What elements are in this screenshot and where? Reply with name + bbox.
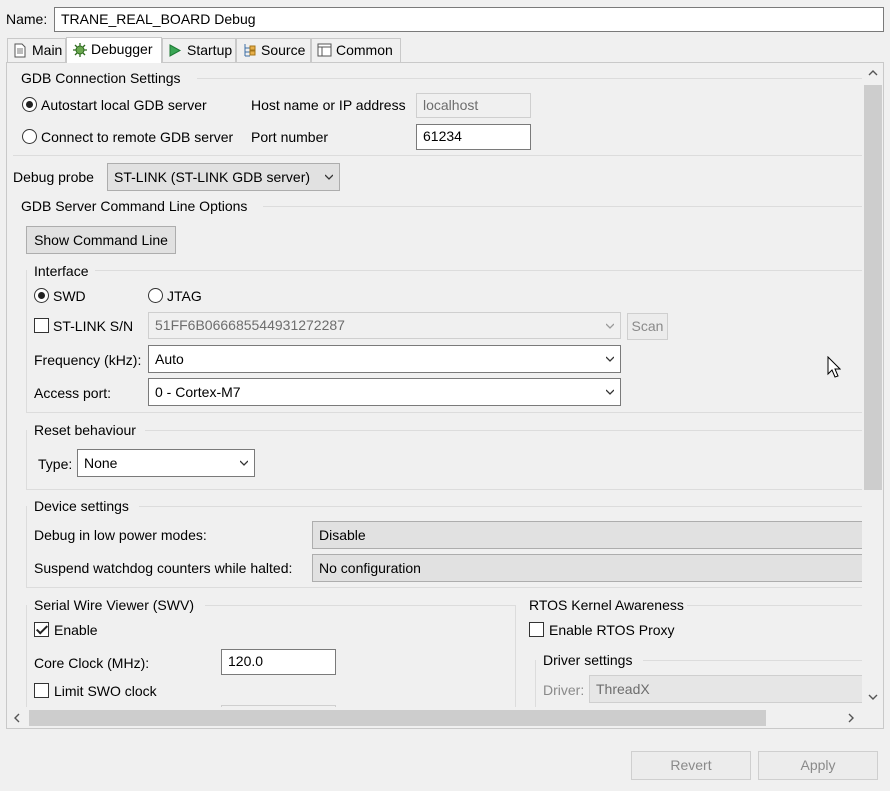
gdb-server-options-title: GDB Server Command Line Options	[21, 198, 248, 214]
watchdog-select[interactable]: No configuration	[312, 554, 872, 582]
source-tree-icon	[244, 44, 256, 57]
tab-common-label: Common	[336, 42, 393, 58]
host-label: Host name or IP address	[251, 97, 406, 113]
tab-debugger[interactable]: Debugger	[66, 37, 162, 63]
tab-debugger-label: Debugger	[91, 41, 153, 57]
name-label: Name:	[6, 11, 48, 27]
revert-button[interactable]: Revert	[631, 751, 751, 780]
chevron-left-icon	[14, 713, 20, 723]
tab-common[interactable]: Common	[311, 38, 401, 62]
interface-title: Interface	[34, 263, 89, 279]
frequency-label: Frequency (kHz):	[34, 352, 142, 368]
debug-probe-label: Debug probe	[13, 169, 94, 185]
chevron-down-icon	[325, 174, 333, 180]
document-icon	[14, 43, 26, 58]
chevron-down-icon	[606, 389, 614, 395]
vertical-scroll-thumb[interactable]	[864, 85, 882, 490]
reset-title: Reset behaviour	[34, 422, 136, 438]
jtag-label: JTAG	[167, 288, 202, 304]
mouse-cursor-icon	[827, 356, 841, 378]
port-field[interactable]: 61234	[416, 124, 531, 150]
swv-enable-label: Enable	[54, 622, 98, 638]
tab-content-panel: GDB Connection Settings Autostart local …	[6, 62, 884, 729]
rtos-title: RTOS Kernel Awareness	[529, 597, 684, 613]
chevron-up-icon	[868, 70, 878, 76]
port-label: Port number	[251, 129, 329, 145]
stlink-sn-label: ST-LINK S/N	[53, 318, 134, 334]
tab-main-label: Main	[32, 42, 63, 58]
limit-swo-checkbox[interactable]	[34, 683, 49, 698]
core-clock-field[interactable]: 120.0	[221, 649, 336, 675]
swv-enable-checkbox[interactable]	[34, 622, 49, 637]
gdb-connection-title: GDB Connection Settings	[21, 70, 181, 86]
tab-source[interactable]: Source	[236, 38, 311, 62]
apply-button[interactable]: Apply	[758, 751, 878, 780]
access-port-select[interactable]: 0 - Cortex-M7	[148, 378, 621, 406]
reset-type-label: Type:	[38, 456, 73, 472]
horizontal-scroll-thumb[interactable]	[29, 710, 766, 726]
rtos-proxy-label: Enable RTOS Proxy	[549, 622, 675, 638]
host-field[interactable]: localhost	[416, 93, 531, 118]
connect-remote-gdb-label: Connect to remote GDB server	[41, 129, 234, 145]
access-port-label: Access port:	[34, 385, 112, 401]
low-power-select[interactable]: Disable	[312, 521, 872, 549]
swd-label: SWD	[53, 288, 86, 304]
stlink-sn-select[interactable]: 51FF6B066685544931272287	[148, 312, 621, 339]
watchdog-label: Suspend watchdog counters while halted:	[34, 560, 293, 576]
driver-label: Driver:	[543, 682, 585, 698]
play-icon	[169, 44, 182, 57]
driver-settings-title: Driver settings	[543, 652, 633, 668]
core-clock-label: Core Clock (MHz):	[34, 655, 150, 671]
show-command-line-button[interactable]: Show Command Line	[26, 226, 176, 254]
chevron-right-icon	[848, 713, 854, 723]
bug-gear-icon	[73, 43, 87, 57]
chevron-down-icon	[606, 356, 614, 362]
scan-button[interactable]: Scan	[627, 313, 668, 340]
autostart-local-gdb-radio[interactable]	[22, 97, 37, 112]
low-power-label: Debug in low power modes:	[34, 527, 207, 543]
tab-startup[interactable]: Startup	[162, 38, 236, 62]
chevron-down-icon	[240, 460, 248, 466]
tab-startup-label: Startup	[187, 42, 233, 58]
device-title: Device settings	[34, 498, 129, 514]
rtos-proxy-checkbox[interactable]	[529, 622, 544, 637]
vertical-scrollbar[interactable]	[862, 63, 883, 707]
debug-probe-select[interactable]: ST-LINK (ST-LINK GDB server)	[107, 163, 340, 191]
tab-main[interactable]: Main	[7, 38, 66, 62]
tab-source-label: Source	[261, 42, 306, 58]
frequency-select[interactable]: Auto	[148, 345, 621, 373]
chevron-down-icon	[606, 323, 614, 329]
chevron-down-icon	[868, 694, 878, 700]
jtag-radio[interactable]	[148, 288, 163, 303]
autostart-local-gdb-label: Autostart local GDB server	[41, 97, 207, 113]
horizontal-scrollbar[interactable]	[7, 707, 862, 728]
reset-type-select[interactable]: None	[77, 449, 255, 477]
name-field[interactable]: TRANE_REAL_BOARD Debug	[54, 7, 884, 32]
stlink-sn-checkbox[interactable]	[34, 318, 49, 333]
driver-select[interactable]: ThreadX	[589, 675, 872, 703]
limit-swo-label: Limit SWO clock	[54, 683, 157, 699]
connect-remote-gdb-radio[interactable]	[22, 129, 37, 144]
swd-radio[interactable]	[34, 288, 49, 303]
window-icon	[317, 43, 332, 57]
swv-title: Serial Wire Viewer (SWV)	[34, 597, 194, 613]
